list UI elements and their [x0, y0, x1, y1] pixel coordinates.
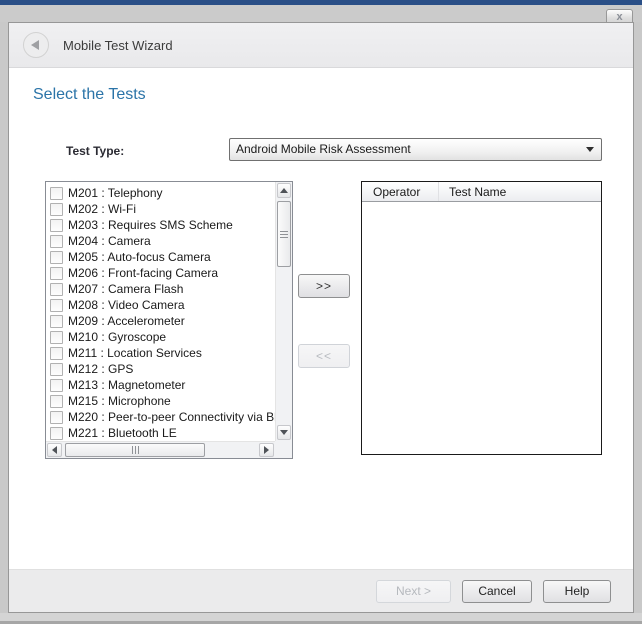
list-item[interactable]: M220 : Peer-to-peer Connectivity via Blu… [47, 409, 275, 425]
list-item[interactable]: M211 : Location Services [47, 345, 275, 361]
scrollbar-corner [275, 441, 292, 458]
list-item-label: M208 : Video Camera [68, 298, 185, 312]
list-item[interactable]: M215 : Microphone [47, 393, 275, 409]
test-type-label: Test Type: [66, 144, 124, 158]
scroll-right-icon [264, 446, 269, 454]
checkbox[interactable] [50, 395, 63, 408]
wizard-header: Mobile Test Wizard [9, 23, 633, 68]
scroll-right-button[interactable] [259, 443, 274, 457]
checkbox[interactable] [50, 331, 63, 344]
test-type-dropdown[interactable]: Android Mobile Risk Assessment [229, 138, 602, 161]
list-item-label: M211 : Location Services [68, 346, 202, 360]
wizard-title: Mobile Test Wizard [63, 38, 173, 53]
list-item[interactable]: M210 : Gyroscope [47, 329, 275, 345]
vertical-scrollbar[interactable] [275, 182, 292, 441]
selected-tests-table: Operator Test Name [361, 181, 602, 455]
list-item-label: M213 : Magnetometer [68, 378, 185, 392]
available-tests-list: M201 : Telephony M202 : Wi-Fi M203 : Req… [47, 183, 275, 441]
checkbox[interactable] [50, 363, 63, 376]
window-titlebar: x [0, 5, 642, 22]
list-item[interactable]: M205 : Auto-focus Camera [47, 249, 275, 265]
thumb-grip [132, 446, 139, 454]
list-item-label: M201 : Telephony [68, 186, 163, 200]
dialog-footer: Next > Cancel Help [9, 569, 633, 612]
window-bottom-frame [0, 613, 642, 624]
help-button[interactable]: Help [543, 580, 611, 603]
checkbox[interactable] [50, 203, 63, 216]
scroll-up-button[interactable] [277, 183, 291, 198]
list-item-label: M202 : Wi-Fi [68, 202, 136, 216]
list-item-label: M205 : Auto-focus Camera [68, 250, 211, 264]
column-header-operator[interactable]: Operator [362, 182, 439, 201]
horizontal-scrollbar-thumb[interactable] [65, 443, 205, 457]
checkbox[interactable] [50, 347, 63, 360]
checkbox[interactable] [50, 283, 63, 296]
available-tests-listbox: M201 : Telephony M202 : Wi-Fi M203 : Req… [45, 181, 293, 459]
mobile-test-wizard-dialog: Mobile Test Wizard Select the Tests Test… [8, 22, 634, 613]
next-button[interactable]: Next > [376, 580, 451, 603]
list-item[interactable]: M213 : Magnetometer [47, 377, 275, 393]
checkbox[interactable] [50, 379, 63, 392]
list-item-label: M215 : Microphone [68, 394, 171, 408]
list-item[interactable]: M201 : Telephony [47, 185, 275, 201]
scroll-down-button[interactable] [277, 425, 291, 440]
thumb-grip [280, 231, 288, 238]
horizontal-scrollbar[interactable] [46, 441, 275, 458]
list-item[interactable]: M206 : Front-facing Camera [47, 265, 275, 281]
scroll-left-icon [52, 446, 57, 454]
checkbox[interactable] [50, 411, 63, 424]
cancel-button[interactable]: Cancel [462, 580, 532, 603]
checkbox[interactable] [50, 267, 63, 280]
column-header-test-name[interactable]: Test Name [439, 182, 506, 201]
checkbox[interactable] [50, 315, 63, 328]
test-type-selected-value: Android Mobile Risk Assessment [236, 142, 411, 156]
list-item[interactable]: M208 : Video Camera [47, 297, 275, 313]
list-item[interactable]: M202 : Wi-Fi [47, 201, 275, 217]
list-item[interactable]: M203 : Requires SMS Scheme [47, 217, 275, 233]
checkbox[interactable] [50, 219, 63, 232]
add-tests-button[interactable]: >> [298, 274, 350, 298]
list-item-label: M206 : Front-facing Camera [68, 266, 218, 280]
list-item[interactable]: M207 : Camera Flash [47, 281, 275, 297]
checkbox[interactable] [50, 235, 63, 248]
remove-tests-button[interactable]: << [298, 344, 350, 368]
checkbox[interactable] [50, 251, 63, 264]
list-item-label: M220 : Peer-to-peer Connectivity via Blu… [68, 410, 275, 424]
scroll-left-button[interactable] [47, 443, 62, 457]
list-item[interactable]: M204 : Camera [47, 233, 275, 249]
list-item-label: M207 : Camera Flash [68, 282, 183, 296]
list-item[interactable]: M212 : GPS [47, 361, 275, 377]
list-item-label: M209 : Accelerometer [68, 314, 185, 328]
page-title: Select the Tests [33, 86, 146, 104]
list-item[interactable]: M209 : Accelerometer [47, 313, 275, 329]
checkbox[interactable] [50, 299, 63, 312]
list-item-label: M210 : Gyroscope [68, 330, 166, 344]
back-arrow-icon [31, 40, 39, 50]
scroll-up-icon [280, 188, 288, 193]
checkbox[interactable] [50, 427, 63, 440]
selected-tests-table-header: Operator Test Name [362, 182, 601, 202]
list-item-label: M203 : Requires SMS Scheme [68, 218, 233, 232]
back-button[interactable] [23, 32, 49, 58]
list-item-label: M221 : Bluetooth LE [68, 426, 177, 440]
scroll-down-icon [280, 430, 288, 435]
list-item-label: M212 : GPS [68, 362, 133, 376]
checkbox[interactable] [50, 187, 63, 200]
vertical-scrollbar-thumb[interactable] [277, 201, 291, 267]
list-item[interactable]: M221 : Bluetooth LE [47, 425, 275, 441]
list-item-label: M204 : Camera [68, 234, 151, 248]
chevron-down-icon [586, 147, 594, 152]
